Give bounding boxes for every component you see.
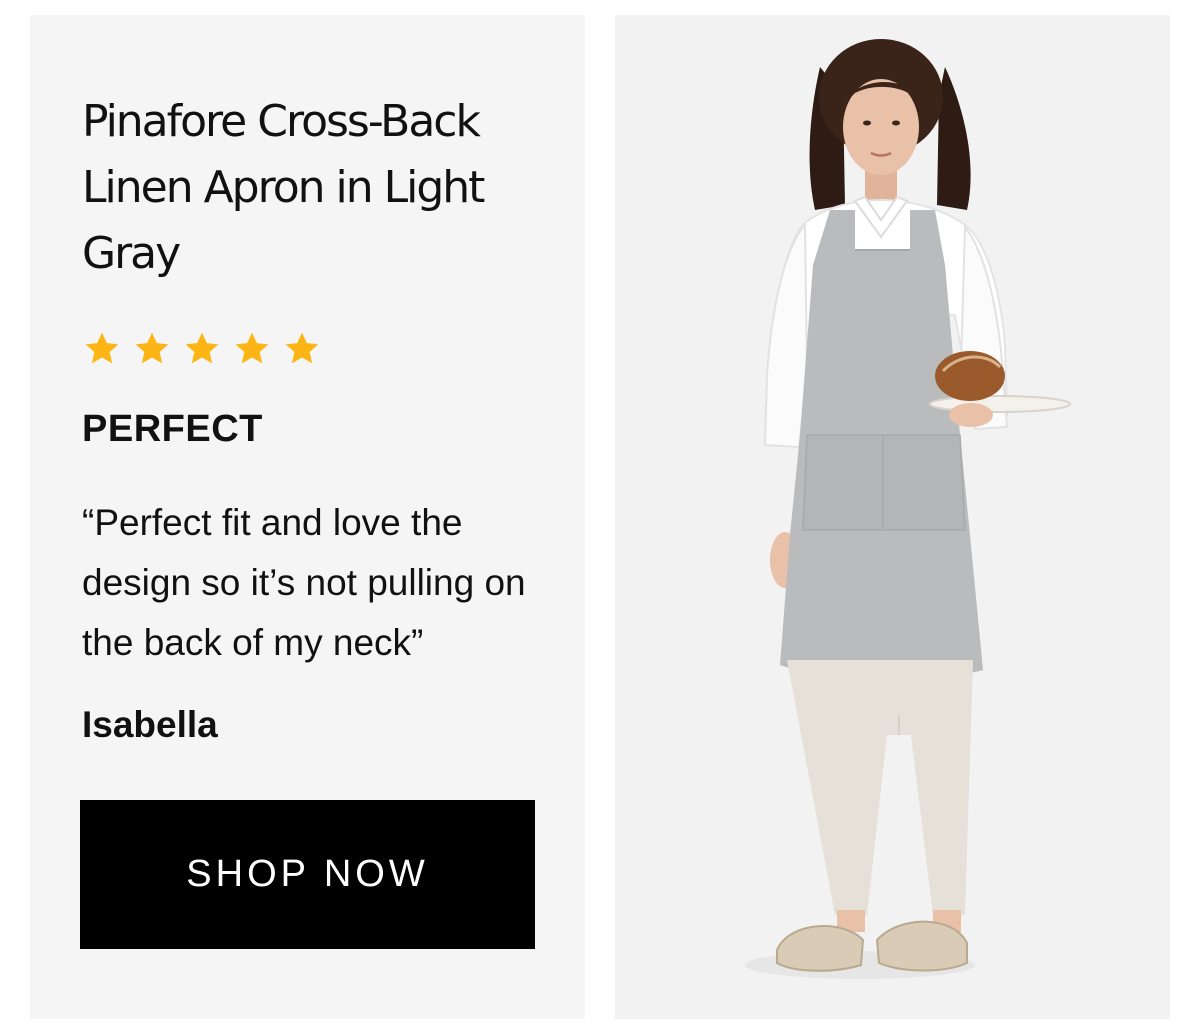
star-icon bbox=[185, 332, 219, 364]
star-rating bbox=[82, 329, 322, 369]
review-panel: Pinafore Cross-Back Linen Apron in Light… bbox=[30, 15, 585, 1019]
reviewer-name: Isabella bbox=[82, 704, 218, 745]
product-title[interactable]: Pinafore Cross-Back Linen Apron in Light… bbox=[82, 89, 492, 287]
star-icon bbox=[285, 332, 319, 364]
review-quote: “Perfect fit and love the design so it’s… bbox=[82, 502, 526, 663]
review-heading: PERFECT bbox=[82, 408, 263, 450]
star-icon bbox=[135, 332, 169, 364]
model-wearing-apron-image bbox=[745, 39, 1071, 979]
star-icon bbox=[235, 332, 269, 364]
shop-now-button[interactable]: SHOP NOW bbox=[80, 800, 535, 949]
product-review-card: Pinafore Cross-Back Linen Apron in Light… bbox=[0, 0, 1200, 1034]
product-photo[interactable] bbox=[615, 15, 1170, 1019]
star-icon bbox=[85, 332, 119, 364]
